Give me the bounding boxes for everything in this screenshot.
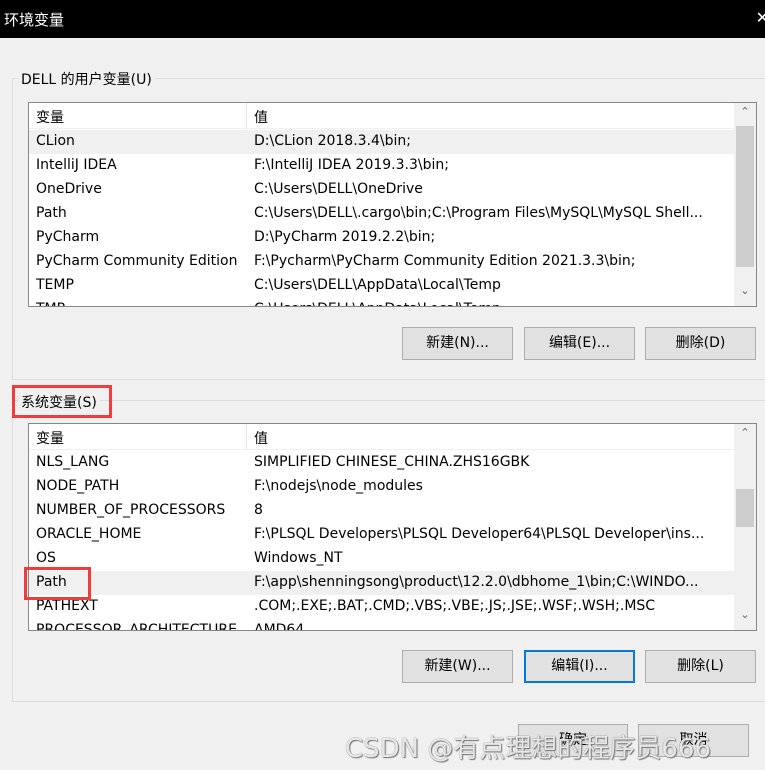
- table-row[interactable]: PyCharm D:\PyCharm 2019.2.2\bin;: [29, 226, 735, 250]
- scroll-up-icon[interactable]: ⌃: [734, 426, 756, 446]
- user-vars-list[interactable]: 变量 值 CLion D:\CLion 2018.3.4\bin; IntelliJ…: [28, 102, 757, 307]
- column-header-value[interactable]: 值: [254, 107, 268, 127]
- system-edit-button[interactable]: 编辑(I)...: [524, 650, 635, 683]
- table-row[interactable]: Path C:\Users\DELL\.cargo\bin;C:\Program …: [29, 202, 735, 226]
- scroll-thumb[interactable]: [736, 126, 754, 267]
- variable-name: NLS_LANG: [36, 454, 110, 470]
- system-new-button[interactable]: 新建(W)...: [402, 650, 513, 683]
- list-header: 变量 值: [29, 103, 735, 129]
- scroll-down-icon[interactable]: ⌄: [734, 608, 756, 628]
- variable-value: F:\nodejs\node_modules: [254, 478, 423, 494]
- variable-name: Path: [36, 205, 67, 221]
- user-edit-button[interactable]: 编辑(E)...: [524, 327, 635, 360]
- highlight-box: [24, 567, 91, 600]
- variable-name: ORACLE_HOME: [36, 526, 142, 542]
- variable-value: F:\app\shenningsong\product\12.2.0\dbhom…: [254, 574, 699, 590]
- scrollbar[interactable]: ⌃ ⌄: [734, 103, 756, 306]
- variable-name: PyCharm: [36, 229, 100, 245]
- table-row[interactable]: TMP C:\Users\DELL\AppData\Local\Temp: [29, 298, 735, 306]
- variable-value: .COM;.EXE;.BAT;.CMD;.VBS;.VBE;.JS;.JSE;.…: [254, 598, 656, 614]
- watermark: CSDN @有点理想的程序员666: [345, 734, 712, 764]
- user-vars-label: DELL 的用户变量(U): [18, 69, 155, 89]
- variable-value: SIMPLIFIED CHINESE_CHINA.ZHS16GBK: [254, 454, 530, 470]
- title-bar: 环境变量 ✕: [0, 0, 765, 38]
- system-vars-list[interactable]: 变量 值 NLS_LANG SIMPLIFIED CHINESE_CHINA.ZH…: [28, 423, 757, 631]
- system-delete-button[interactable]: 删除(L): [645, 650, 756, 683]
- window-title: 环境变量: [4, 11, 65, 29]
- variable-name: PyCharm Community Edition: [36, 253, 238, 269]
- variable-value: C:\Users\DELL\OneDrive: [254, 181, 423, 197]
- table-row[interactable]: ORACLE_HOME F:\PLSQL Developers\PLSQL Dev…: [29, 523, 735, 547]
- variable-name: CLion: [36, 133, 75, 149]
- table-row[interactable]: TEMP C:\Users\DELL\AppData\Local\Temp: [29, 274, 735, 298]
- close-icon[interactable]: ✕: [756, 8, 765, 27]
- column-header-variable[interactable]: 变量: [36, 107, 64, 127]
- table-row[interactable]: CLion D:\CLion 2018.3.4\bin;: [29, 130, 735, 154]
- variable-value: F:\IntelliJ IDEA 2019.3.3\bin;: [254, 157, 449, 173]
- variable-name: PROCESSOR_ARCHITECTURE: [36, 622, 237, 631]
- variable-value: C:\Users\DELL\.cargo\bin;C:\Program File…: [254, 205, 703, 221]
- table-row[interactable]: OneDrive C:\Users\DELL\OneDrive: [29, 178, 735, 202]
- variable-name: OS: [36, 550, 56, 566]
- scroll-thumb[interactable]: [736, 489, 754, 527]
- variable-name: PATHEXT: [36, 598, 98, 614]
- scroll-down-icon[interactable]: ⌄: [734, 284, 756, 304]
- scroll-up-icon[interactable]: ⌃: [734, 105, 756, 125]
- variable-value: C:\Users\DELL\AppData\Local\Temp: [254, 301, 501, 306]
- column-header-variable[interactable]: 变量: [36, 428, 64, 448]
- table-row[interactable]: PyCharm Community Edition F:\Pycharm\PyCh…: [29, 250, 735, 274]
- variable-name: TEMP: [36, 277, 74, 293]
- table-row[interactable]: PROCESSOR_ARCHITECTURE AMD64: [29, 619, 735, 631]
- variable-value: 8: [254, 502, 263, 518]
- variable-name: IntelliJ IDEA: [36, 157, 117, 173]
- variable-value: D:\PyCharm 2019.2.2\bin;: [254, 229, 436, 245]
- variable-value: Windows_NT: [254, 550, 343, 566]
- variable-name: TMP: [36, 301, 65, 306]
- column-header-value[interactable]: 值: [254, 428, 268, 448]
- list-header: 变量 值: [29, 424, 735, 450]
- table-row[interactable]: IntelliJ IDEA F:\IntelliJ IDEA 2019.3.3\b…: [29, 154, 735, 178]
- variable-name: NODE_PATH: [36, 478, 120, 494]
- table-row[interactable]: PATHEXT .COM;.EXE;.BAT;.CMD;.VBS;.VBE;.JS…: [29, 595, 735, 619]
- table-row[interactable]: OS Windows_NT: [29, 547, 735, 571]
- variable-name: NUMBER_OF_PROCESSORS: [36, 502, 226, 518]
- user-delete-button[interactable]: 删除(D): [645, 327, 756, 360]
- variable-value: AMD64: [254, 622, 305, 631]
- user-new-button[interactable]: 新建(N)...: [402, 327, 513, 360]
- table-row[interactable]: Path F:\app\shenningsong\product\12.2.0\d…: [29, 571, 735, 595]
- variable-value: F:\Pycharm\PyCharm Community Edition 202…: [254, 253, 636, 269]
- variable-name: OneDrive: [36, 181, 102, 197]
- highlight-box: [12, 385, 112, 418]
- table-row[interactable]: NODE_PATH F:\nodejs\node_modules: [29, 475, 735, 499]
- scrollbar[interactable]: ⌃ ⌄: [734, 424, 756, 630]
- table-row[interactable]: NLS_LANG SIMPLIFIED CHINESE_CHINA.ZHS16GB…: [29, 451, 735, 475]
- variable-value: D:\CLion 2018.3.4\bin;: [254, 133, 411, 149]
- variable-value: C:\Users\DELL\AppData\Local\Temp: [254, 277, 501, 293]
- table-row[interactable]: NUMBER_OF_PROCESSORS 8: [29, 499, 735, 523]
- variable-value: F:\PLSQL Developers\PLSQL Developer64\PL…: [254, 526, 705, 542]
